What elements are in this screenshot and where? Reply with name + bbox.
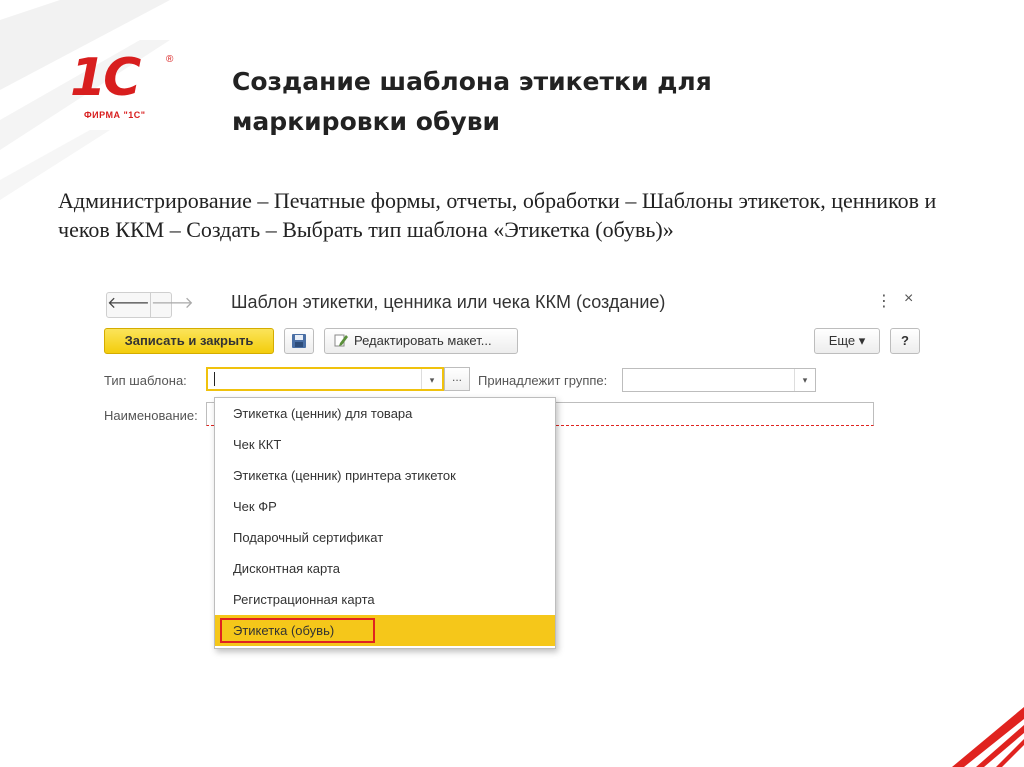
close-icon[interactable]: × xyxy=(904,290,913,308)
dropdown-item[interactable]: Чек ККТ xyxy=(215,429,555,460)
dropdown-item[interactable]: Дисконтная карта xyxy=(215,553,555,584)
floppy-disk-icon xyxy=(292,334,306,348)
history-nav: 🡐 🡒 xyxy=(106,292,194,318)
help-button[interactable]: ? xyxy=(890,328,920,354)
logo-firm-name: ФИРМА "1С" xyxy=(84,110,146,120)
template-type-field[interactable]: ▾ xyxy=(206,367,444,391)
slide-title: Создание шаблона этикетки для маркировки… xyxy=(232,67,712,136)
dropdown-item[interactable]: Чек ФР xyxy=(215,491,555,522)
select-dots-button[interactable]: ... xyxy=(444,367,470,391)
navigation-path-text: Администрирование – Печатные формы, отче… xyxy=(58,188,937,242)
save-and-close-button[interactable]: Записать и закрыть xyxy=(104,328,274,354)
more-options-icon[interactable]: ⋮ xyxy=(876,291,892,311)
logo-mark: 1С xyxy=(70,48,141,108)
group-label: Принадлежит группе: xyxy=(478,373,608,388)
chevron-down-icon[interactable]: ▾ xyxy=(794,369,815,391)
edit-layout-button[interactable]: Редактировать макет... xyxy=(324,328,518,354)
company-logo: 1С ® ФИРМА "1С" xyxy=(70,52,180,132)
registered-mark: ® xyxy=(166,54,174,65)
back-arrow-icon[interactable]: 🡐 xyxy=(107,293,150,317)
group-field[interactable]: ▾ xyxy=(622,368,816,392)
forward-arrow-icon[interactable]: 🡒 xyxy=(149,293,194,317)
dropdown-item[interactable]: Этикетка (ценник) принтера этикеток xyxy=(215,460,555,491)
dropdown-item[interactable]: Подарочный сертификат xyxy=(215,522,555,553)
selected-item-label: Этикетка (обувь) xyxy=(233,623,335,638)
dropdown-item-selected[interactable]: Этикетка (обувь) xyxy=(215,615,555,646)
text-caret xyxy=(214,372,215,386)
template-type-label: Тип шаблона: xyxy=(104,373,187,388)
name-label: Наименование: xyxy=(104,408,198,423)
window-title: Шаблон этикетки, ценника или чека ККМ (с… xyxy=(231,292,666,312)
edit-pencil-icon xyxy=(334,334,348,347)
save-disk-button[interactable] xyxy=(284,328,314,354)
template-type-dropdown: Этикетка (ценник) для товара Чек ККТ Эти… xyxy=(214,397,556,649)
chevron-down-icon[interactable]: ▾ xyxy=(421,369,442,389)
dropdown-item[interactable]: Этикетка (ценник) для товара xyxy=(215,398,555,429)
more-button[interactable]: Еще ▾ xyxy=(814,328,880,354)
edit-layout-label: Редактировать макет... xyxy=(354,333,492,348)
template-form-window: 🡐 🡒 Шаблон этикетки, ценника или чека КК… xyxy=(98,284,938,664)
dropdown-item[interactable]: Регистрационная карта xyxy=(215,584,555,615)
